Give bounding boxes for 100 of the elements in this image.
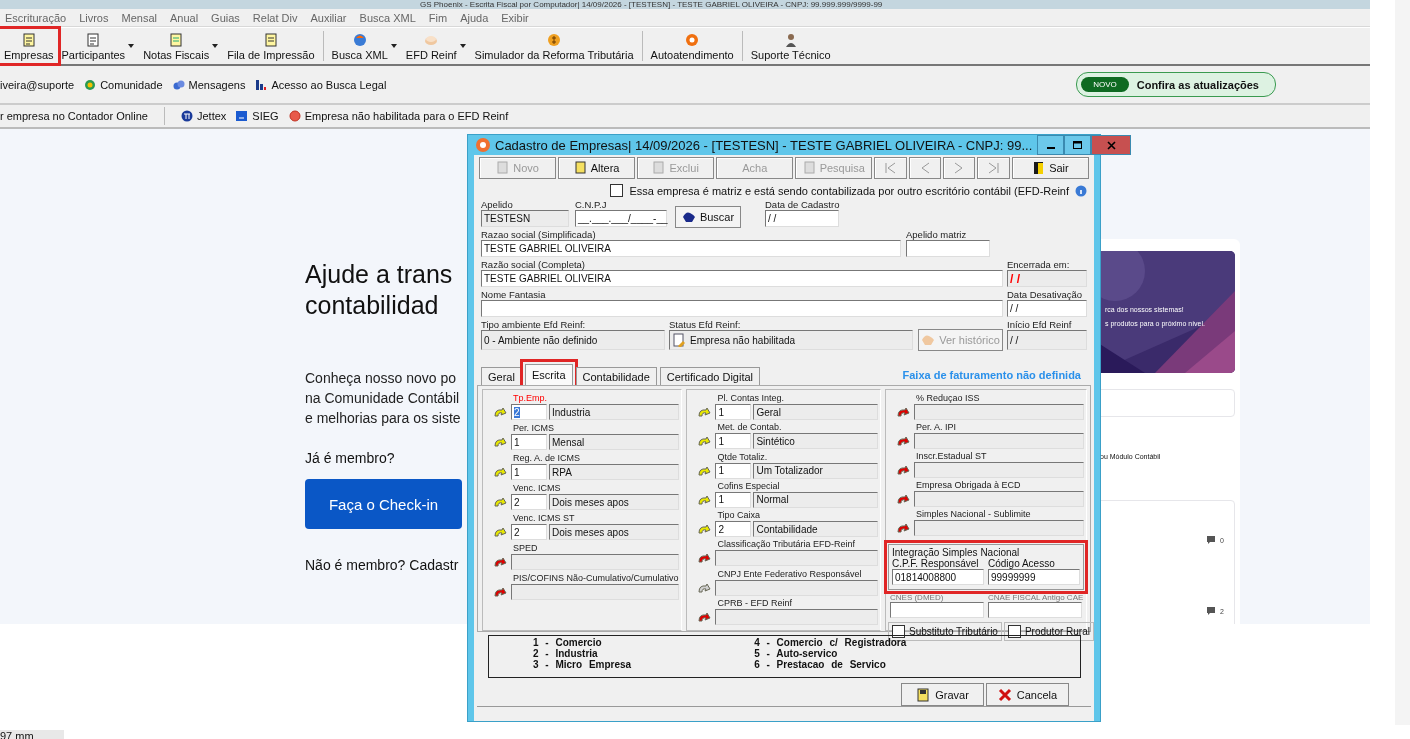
description-field: Mensal xyxy=(549,434,680,450)
intro-text: Conheça nosso novo po xyxy=(305,369,456,388)
toolbar-button[interactable]: Participantes xyxy=(57,29,130,63)
toolbar-button[interactable]: Empresas xyxy=(0,29,58,63)
field-label: Per. ICMS xyxy=(512,423,555,434)
toolbar-link[interactable]: Acesso ao Busca Legal xyxy=(255,78,387,91)
toolbar-link[interactable]: Mensagens xyxy=(172,78,246,91)
menu-item[interactable]: Livros xyxy=(79,12,109,24)
toolbar-link[interactable]: Jettex xyxy=(180,110,227,122)
globe-icon xyxy=(351,31,368,48)
update-banner[interactable]: NOVO Confira as atualizações xyxy=(1076,72,1276,97)
menu-item[interactable]: Auxiliar xyxy=(310,12,347,24)
update-link[interactable]: Confira as atualizações xyxy=(1136,78,1259,91)
user-label: iveira@suporte xyxy=(0,78,75,91)
field-label: CPRB - EFD Reinf xyxy=(716,597,793,609)
intro-text: e melhorias para os siste xyxy=(305,409,461,428)
tab[interactable]: Certificado Digital xyxy=(659,367,760,385)
field-label: Inscr.Estadual ST xyxy=(915,451,988,462)
field-label: Venc. ICMS ST xyxy=(512,513,576,524)
menu-item[interactable]: Busca XML xyxy=(359,12,416,24)
document-icon xyxy=(496,161,510,175)
toolbar-button[interactable]: EFD Reinf xyxy=(401,29,461,63)
input-field[interactable]: / / xyxy=(765,210,839,227)
menu-item[interactable]: Ajuda xyxy=(460,12,489,24)
field-label: Data Desativação xyxy=(1007,289,1083,300)
field-label: Venc. ICMS xyxy=(512,483,562,494)
input-field[interactable] xyxy=(906,240,990,257)
code-field[interactable]: 1 xyxy=(715,433,752,450)
field-label: C.P.F. Responsável xyxy=(892,558,980,569)
input-field[interactable]: __.___.___/____-__ xyxy=(575,210,667,227)
code-field[interactable]: 2 xyxy=(715,521,752,537)
field-label: Tipo Caixa xyxy=(716,510,762,521)
checkbox-label: Substituto Tributário xyxy=(909,626,998,637)
member-prompt: Já é membro? xyxy=(305,450,395,466)
field-label: Classificação Tributária EFD-Reinf xyxy=(716,539,856,551)
checkbox[interactable] xyxy=(610,184,624,197)
description-field: Industria xyxy=(549,404,680,420)
code-field[interactable]: 2 xyxy=(511,524,547,540)
checkin-button[interactable]: Faça o Check-in xyxy=(305,479,462,529)
action-button[interactable]: Buscar xyxy=(675,206,741,228)
coin-icon xyxy=(546,31,563,48)
menu-item[interactable]: Fim xyxy=(428,12,448,24)
toolbar-button[interactable]: Autoatendimento xyxy=(646,29,738,63)
toolbar-link[interactable]: SIEG xyxy=(236,110,279,122)
code-field[interactable]: 1 xyxy=(715,491,752,508)
globe-icon xyxy=(84,78,97,91)
tab[interactable]: Geral xyxy=(481,367,522,385)
document-icon xyxy=(85,31,102,48)
field-label: Encerrada em: xyxy=(1007,259,1071,270)
input-field[interactable] xyxy=(988,602,1082,618)
input-field[interactable] xyxy=(481,300,1003,317)
code-field[interactable]: 1 xyxy=(511,434,547,450)
logo-icon xyxy=(255,78,268,91)
action-button[interactable]: Cancela xyxy=(986,683,1069,706)
toolbar-link[interactable]: Empresa não habilitada para o EFD Reinf xyxy=(288,110,509,122)
menu-item[interactable]: Escrituração xyxy=(5,12,67,24)
tab[interactable]: Contabilidade xyxy=(575,367,657,385)
document-icon xyxy=(262,31,279,48)
code-field[interactable]: 2 xyxy=(511,494,547,510)
toolbar-button[interactable]: Busca XML xyxy=(327,29,392,63)
field-label: Simples Nacional - Sublimite xyxy=(915,509,1032,520)
maximize-button[interactable] xyxy=(1064,135,1092,155)
toolbar-button[interactable]: Suporte Técnico xyxy=(746,29,835,63)
input-field: TESTESN xyxy=(481,210,569,227)
input-field[interactable]: 99999999 xyxy=(988,569,1080,585)
field-label: Apelido matriz xyxy=(906,229,968,240)
minimize-button[interactable] xyxy=(1037,135,1065,155)
code-field[interactable]: 2 xyxy=(511,404,547,420)
document-icon xyxy=(573,161,587,175)
menu-item[interactable]: Relat Div xyxy=(252,12,298,24)
code-field[interactable]: 1 xyxy=(511,464,547,480)
menu-item[interactable]: Anual xyxy=(169,12,199,24)
input-field[interactable]: 01814008800 xyxy=(892,569,984,585)
action-button[interactable]: Gravar xyxy=(901,683,984,706)
input-field[interactable] xyxy=(890,602,984,618)
menu-item[interactable]: Exibir xyxy=(501,12,529,24)
menu-item[interactable]: Guias xyxy=(211,12,240,24)
toolbar-link[interactable]: Comunidade xyxy=(84,78,163,91)
comment-icon xyxy=(1207,607,1216,615)
caret-icon xyxy=(211,43,220,49)
input-field[interactable]: TESTE GABRIEL OLIVEIRA xyxy=(481,240,901,257)
description-field: RPA xyxy=(549,464,680,480)
arrow-right-icon xyxy=(987,162,1001,174)
code-field[interactable]: 1 xyxy=(715,404,752,420)
field-label: Reg. A. de ICMS xyxy=(512,453,582,464)
field-label: Tp.Emp. xyxy=(512,393,548,404)
field-label: Pl. Contas Integ. xyxy=(716,393,785,404)
toolbar-button[interactable]: Simulador da Reforma Tributária xyxy=(470,29,638,63)
input-field[interactable]: / / xyxy=(1007,300,1087,317)
close-button[interactable] xyxy=(1091,135,1132,155)
maximize-icon xyxy=(1073,141,1083,149)
toolbar-button[interactable]: Fila de Impressão xyxy=(223,29,319,63)
toolbar-button[interactable]: Altera xyxy=(558,157,636,179)
toolbar-button[interactable]: Sair xyxy=(1011,157,1089,179)
menu-item[interactable]: Mensal xyxy=(121,12,157,24)
toolbar-button[interactable]: Notas Fiscais xyxy=(139,29,214,63)
description-field: Um Totalizador xyxy=(753,462,878,479)
trash-icon xyxy=(652,161,666,175)
code-field[interactable]: 1 xyxy=(715,462,752,479)
input-field[interactable]: TESTE GABRIEL OLIVEIRA xyxy=(481,270,1003,287)
